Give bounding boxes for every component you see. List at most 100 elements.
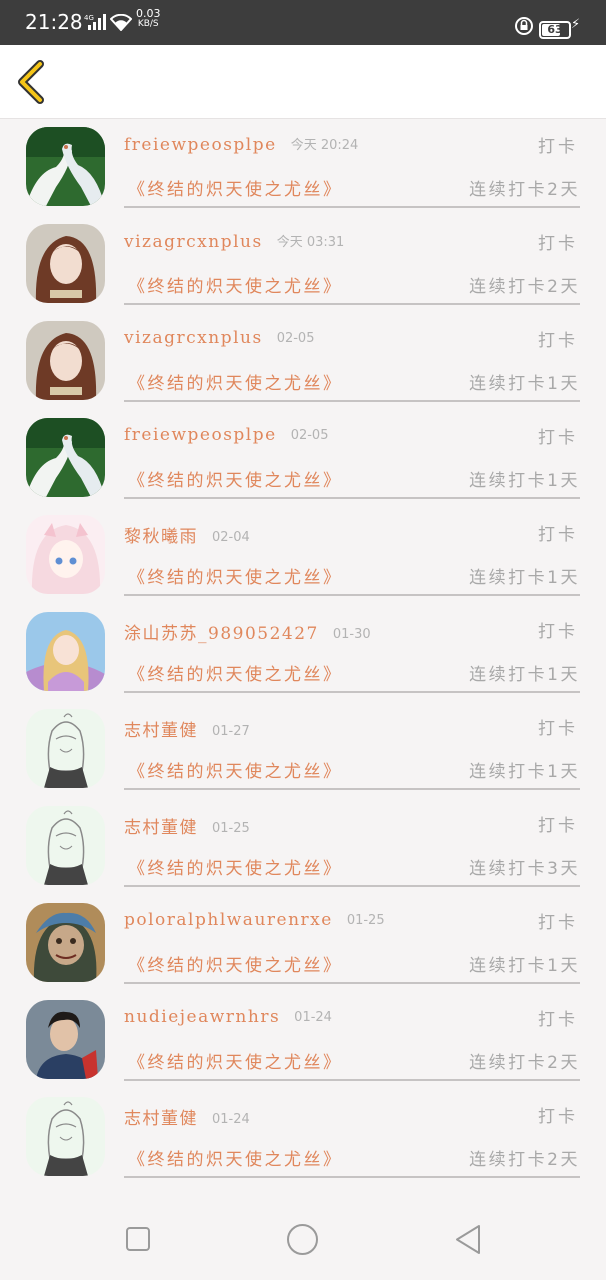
checkin-list[interactable]: freiewpeosplpe 今天 20:24 打卡 《终结的炽天使之尤丝》 连续… <box>0 119 606 1195</box>
triangle-back-icon[interactable] <box>454 1224 482 1255</box>
streak-label: 连续打卡1天 <box>469 665 580 685</box>
user-name-text: 黎秋曦雨 <box>124 527 198 547</box>
checkin-row[interactable]: 黎秋曦雨 02-04 打卡 《终结的炽天使之尤丝》 连续打卡1天 <box>0 507 606 604</box>
avatar[interactable] <box>26 709 105 788</box>
rotation-lock-icon <box>515 17 533 35</box>
avatar[interactable] <box>26 1097 105 1176</box>
checkin-date: 02-05 <box>290 428 329 443</box>
jinx-avatar <box>26 903 105 982</box>
avatar[interactable] <box>26 224 105 303</box>
book-title[interactable]: 《终结的炽天使之尤丝》 <box>128 563 343 588</box>
user-name-text: freiewpeosplpe <box>124 135 277 155</box>
checkin-action-label: 打卡 <box>538 234 578 254</box>
user-name[interactable]: nudiejeawrnhrs 01-24 <box>124 1007 332 1027</box>
checkin-row[interactable]: vizagrcxnplus 02-05 打卡 《终结的炽天使之尤丝》 连续打卡1天 <box>0 313 606 410</box>
book-title[interactable]: 《终结的炽天使之尤丝》 <box>128 854 343 879</box>
streak-label: 连续打卡1天 <box>469 762 580 782</box>
user-name[interactable]: freiewpeosplpe 今天 20:24 <box>124 134 358 155</box>
user-name-text: 志村董健 <box>124 1109 198 1129</box>
checkin-action-label: 打卡 <box>538 816 578 836</box>
checkin-row[interactable]: freiewpeosplpe 今天 20:24 打卡 《终结的炽天使之尤丝》 连续… <box>0 119 606 216</box>
user-name[interactable]: 涂山苏苏_989052427 01-30 <box>124 619 371 644</box>
book-title[interactable]: 《终结的炽天使之尤丝》 <box>128 1048 343 1073</box>
divider <box>124 691 580 693</box>
checkin-date: 01-24 <box>294 1010 332 1025</box>
user-name[interactable]: 志村董健 01-24 <box>124 1104 250 1129</box>
streak-label: 连续打卡1天 <box>469 374 580 394</box>
checkin-action-label: 打卡 <box>538 137 578 157</box>
book-title[interactable]: 《终结的炽天使之尤丝》 <box>128 466 343 491</box>
wifi-icon <box>110 14 132 31</box>
divider <box>124 1079 580 1081</box>
girl-avatar <box>26 224 105 303</box>
divider <box>124 497 580 499</box>
checkin-action-label: 打卡 <box>538 622 578 642</box>
user-name-text: poloralphlwaurenrxe <box>124 910 333 930</box>
charging-icon: ⚡ <box>571 17 581 32</box>
avatar[interactable] <box>26 127 105 206</box>
checkin-row[interactable]: poloralphlwaurenrxe 01-25 打卡 《终结的炽天使之尤丝》 … <box>0 895 606 992</box>
speed-value: 0.03 <box>136 7 161 20</box>
checkin-action-label: 打卡 <box>538 913 578 933</box>
divider <box>124 594 580 596</box>
avatar[interactable] <box>26 903 105 982</box>
checkin-action-label: 打卡 <box>538 331 578 351</box>
square-icon[interactable] <box>125 1226 151 1252</box>
speed-unit: KB/S <box>137 19 159 29</box>
streak-label: 连续打卡1天 <box>469 568 580 588</box>
anime-purple-avatar <box>26 612 105 691</box>
checkin-date: 01-24 <box>212 1112 250 1127</box>
book-title[interactable]: 《终结的炽天使之尤丝》 <box>128 951 343 976</box>
checkin-row[interactable]: 志村董健 01-27 打卡 《终结的炽天使之尤丝》 连续打卡1天 <box>0 701 606 798</box>
circle-icon[interactable] <box>286 1223 319 1256</box>
girl-avatar <box>26 321 105 400</box>
checkin-action-label: 打卡 <box>538 1107 578 1127</box>
checkin-row[interactable]: 志村董健 01-25 打卡 《终结的炽天使之尤丝》 连续打卡3天 <box>0 798 606 895</box>
avatar[interactable] <box>26 515 105 594</box>
checkin-row[interactable]: nudiejeawrnhrs 01-24 打卡 《终结的炽天使之尤丝》 连续打卡2… <box>0 992 606 1089</box>
checkin-row[interactable]: vizagrcxnplus 今天 03:31 打卡 《终结的炽天使之尤丝》 连续打… <box>0 216 606 313</box>
divider <box>124 788 580 790</box>
checkin-row[interactable]: freiewpeosplpe 02-05 打卡 《终结的炽天使之尤丝》 连续打卡1… <box>0 410 606 507</box>
checkin-action-label: 打卡 <box>538 719 578 739</box>
user-name[interactable]: 志村董健 01-25 <box>124 813 250 838</box>
streak-label: 连续打卡2天 <box>469 277 580 297</box>
streak-label: 连续打卡1天 <box>469 956 580 976</box>
avatar[interactable] <box>26 806 105 885</box>
checkin-action-label: 打卡 <box>538 1010 578 1030</box>
checkin-row[interactable]: 涂山苏苏_989052427 01-30 打卡 《终结的炽天使之尤丝》 连续打卡1… <box>0 604 606 701</box>
user-name-text: vizagrcxnplus <box>124 232 263 252</box>
streak-label: 连续打卡2天 <box>469 1150 580 1170</box>
book-title[interactable]: 《终结的炽天使之尤丝》 <box>128 369 343 394</box>
user-name[interactable]: vizagrcxnplus 今天 03:31 <box>124 231 344 252</box>
user-name-text: 志村董健 <box>124 721 198 741</box>
man-avatar <box>26 1000 105 1079</box>
user-name[interactable]: vizagrcxnplus 02-05 <box>124 328 314 348</box>
user-name[interactable]: 志村董健 01-27 <box>124 716 250 741</box>
checkin-date: 01-30 <box>332 627 371 642</box>
sketch-avatar <box>26 1097 105 1176</box>
system-nav-bar <box>0 1195 606 1280</box>
streak-label: 连续打卡2天 <box>469 180 580 200</box>
streak-label: 连续打卡1天 <box>469 471 580 491</box>
book-title[interactable]: 《终结的炽天使之尤丝》 <box>128 757 343 782</box>
avatar[interactable] <box>26 321 105 400</box>
user-name[interactable]: poloralphlwaurenrxe 01-25 <box>124 910 385 930</box>
checkin-date: 02-04 <box>212 530 250 545</box>
book-title[interactable]: 《终结的炽天使之尤丝》 <box>128 272 343 297</box>
streak-label: 连续打卡2天 <box>469 1053 580 1073</box>
back-button[interactable] <box>14 58 50 106</box>
status-time: 21:28 <box>25 10 83 34</box>
avatar[interactable] <box>26 1000 105 1079</box>
avatar[interactable] <box>26 418 105 497</box>
checkin-action-label: 打卡 <box>538 525 578 545</box>
checkin-row[interactable]: 志村董健 01-24 打卡 《终结的炽天使之尤丝》 连续打卡2天 <box>0 1089 606 1186</box>
streak-label: 连续打卡3天 <box>469 859 580 879</box>
book-title[interactable]: 《终结的炽天使之尤丝》 <box>128 175 343 200</box>
avatar[interactable] <box>26 612 105 691</box>
book-title[interactable]: 《终结的炽天使之尤丝》 <box>128 660 343 685</box>
user-name[interactable]: freiewpeosplpe 02-05 <box>124 425 328 445</box>
user-name[interactable]: 黎秋曦雨 02-04 <box>124 522 250 547</box>
sketch-avatar <box>26 709 105 788</box>
book-title[interactable]: 《终结的炽天使之尤丝》 <box>128 1145 343 1170</box>
